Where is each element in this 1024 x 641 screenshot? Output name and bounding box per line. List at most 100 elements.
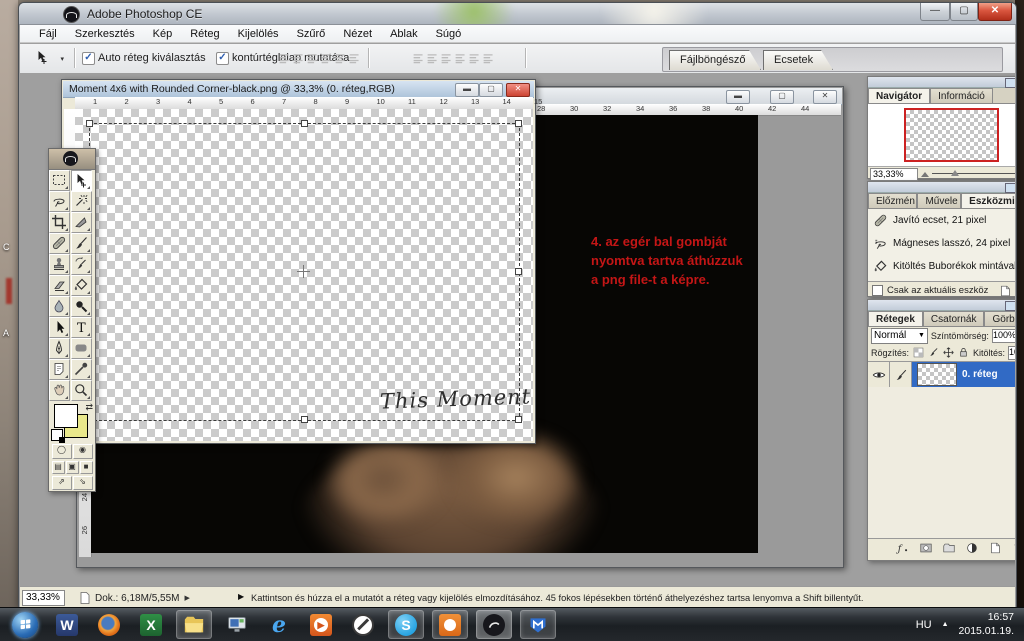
menu-fjl[interactable]: Fájl bbox=[30, 27, 66, 41]
tab-paths[interactable]: Görbék bbox=[984, 311, 1015, 326]
new-layer-button[interactable] bbox=[988, 541, 1003, 555]
selection-handle[interactable] bbox=[301, 120, 308, 127]
show-bounds-checkbox[interactable]: ✓ bbox=[216, 52, 229, 65]
lasso-tool[interactable] bbox=[49, 191, 70, 212]
tab-history[interactable]: Előzmén bbox=[868, 193, 917, 208]
standard-screen-button[interactable]: ▤ bbox=[52, 461, 65, 474]
selection-handle[interactable] bbox=[515, 416, 522, 423]
zoom-slider-thumb[interactable] bbox=[951, 170, 959, 176]
navigator-zoom-field[interactable]: 33,33% bbox=[870, 168, 918, 181]
crop-tool[interactable] bbox=[49, 212, 70, 233]
minimize-button[interactable]: — bbox=[920, 3, 950, 21]
zoom-tool[interactable] bbox=[71, 380, 92, 401]
layer-row[interactable]: 0. réteg bbox=[868, 362, 1015, 387]
doc2-close-button[interactable]: ✕ bbox=[813, 90, 837, 104]
panel-minimize-icon[interactable] bbox=[1005, 78, 1015, 88]
notes-tool[interactable] bbox=[49, 359, 70, 380]
shape-tool[interactable] bbox=[71, 338, 92, 359]
preset-item[interactable]: Mágneses lasszó, 24 pixel bbox=[868, 232, 1015, 255]
menu-kp[interactable]: Kép bbox=[144, 27, 182, 41]
doc2-maximize-button[interactable]: ▢ bbox=[770, 90, 794, 104]
taskbar-excel[interactable]: X bbox=[134, 611, 168, 638]
history-brush-tool[interactable] bbox=[71, 254, 92, 275]
zoom-slider[interactable] bbox=[932, 169, 1015, 179]
auto-select-checkbox[interactable]: ✓ bbox=[82, 52, 95, 65]
zoom-out-icon[interactable] bbox=[921, 172, 929, 177]
tab-brushes[interactable]: Ecsetek bbox=[763, 50, 833, 70]
menu-szr[interactable]: Szűrő bbox=[288, 27, 335, 41]
brush-tool[interactable] bbox=[71, 233, 92, 254]
lock-all-toggle[interactable] bbox=[957, 346, 970, 359]
fullscreen-button[interactable]: ■ bbox=[80, 461, 93, 474]
tab-actions[interactable]: Művele bbox=[917, 193, 961, 208]
menu-rteg[interactable]: Réteg bbox=[181, 27, 228, 41]
lock-position-toggle[interactable] bbox=[942, 346, 955, 359]
selection-handle[interactable] bbox=[86, 120, 93, 127]
tab-channels[interactable]: Csatornák bbox=[923, 311, 985, 326]
default-colors-icon[interactable] bbox=[51, 429, 63, 441]
panel-title-strip[interactable] bbox=[868, 300, 1015, 311]
taskbar-picasa[interactable] bbox=[432, 610, 468, 639]
menu-nzet[interactable]: Nézet bbox=[334, 27, 381, 41]
foreground-color-swatch[interactable] bbox=[54, 404, 78, 428]
taskbar-malwarebytes[interactable] bbox=[520, 610, 556, 639]
quickmask-mode-button[interactable]: ◉ bbox=[73, 444, 93, 459]
doc1-title-bar[interactable]: Moment 4x6 with Rounded Corner-black.png… bbox=[63, 81, 534, 98]
opacity-field[interactable]: 100% bbox=[992, 329, 1015, 343]
layer-group-button[interactable] bbox=[942, 541, 957, 555]
healing-brush-tool[interactable] bbox=[49, 233, 70, 254]
layer-style-button[interactable]: ƒ bbox=[896, 541, 911, 555]
move-tool[interactable] bbox=[71, 170, 92, 191]
tab-info[interactable]: Információ bbox=[930, 88, 993, 103]
preset-item[interactable]: Kitöltés Buborékok mintával bbox=[868, 255, 1015, 278]
doc2-minimize-button[interactable]: ▬ bbox=[726, 90, 750, 104]
toolbox-header[interactable] bbox=[49, 149, 95, 170]
panel-title-strip[interactable] bbox=[868, 182, 1015, 193]
lock-pixels-toggle[interactable] bbox=[927, 346, 940, 359]
eyedropper-tool[interactable] bbox=[71, 359, 92, 380]
menu-sg[interactable]: Súgó bbox=[427, 27, 471, 41]
pen-tool[interactable] bbox=[49, 338, 70, 359]
taskbar-media-player[interactable]: ▶ bbox=[304, 611, 338, 638]
selection-handle[interactable] bbox=[515, 268, 522, 275]
toolbox-palette[interactable]: T ⇄ ◯ ◉ ▤ ▣ ■ ⇗ ⇘ bbox=[48, 148, 96, 492]
type-tool[interactable]: T bbox=[71, 317, 92, 338]
eraser-tool[interactable] bbox=[49, 275, 70, 296]
taskbar-explorer[interactable] bbox=[176, 610, 212, 639]
new-preset-icon[interactable] bbox=[998, 284, 1012, 298]
clone-stamp-tool[interactable] bbox=[49, 254, 70, 275]
panel-minimize-icon[interactable] bbox=[1005, 301, 1015, 311]
document-size-info[interactable]: Dok.: 6,18M/5,55M ▶ bbox=[80, 592, 190, 604]
doc1-minimize-button[interactable]: ▬ bbox=[455, 83, 479, 97]
hand-tool[interactable] bbox=[49, 380, 70, 401]
current-tool-only-checkbox[interactable] bbox=[872, 285, 883, 296]
panel-title-strip[interactable] bbox=[868, 77, 1015, 88]
status-zoom-field[interactable]: 33,33% bbox=[22, 590, 65, 606]
tab-navigator[interactable]: Navigátor bbox=[868, 88, 930, 103]
taskbar-firefox[interactable] bbox=[92, 611, 126, 638]
close-button[interactable]: ✕ bbox=[978, 3, 1012, 21]
edit-state-cell[interactable] bbox=[890, 362, 912, 387]
dodge-tool[interactable] bbox=[71, 296, 92, 317]
blend-mode-select[interactable]: Normál▼ bbox=[871, 328, 928, 344]
imageready-button2[interactable]: ⇘ bbox=[73, 476, 93, 490]
taskbar-opera[interactable] bbox=[346, 611, 380, 638]
taskbar-monitor[interactable] bbox=[220, 611, 254, 638]
current-tool-preview[interactable]: ▾ bbox=[34, 49, 64, 68]
path-selection-tool[interactable] bbox=[49, 317, 70, 338]
imageready-button[interactable]: ⇗ bbox=[52, 476, 72, 490]
fill-field[interactable]: 100% bbox=[1008, 346, 1015, 360]
layer-mask-button[interactable] bbox=[919, 541, 934, 555]
taskbar-skype[interactable]: S bbox=[388, 610, 424, 639]
adjustment-layer-button[interactable] bbox=[965, 541, 980, 555]
doc1-maximize-button[interactable]: ▢ bbox=[479, 83, 503, 97]
magic-wand-tool[interactable] bbox=[71, 191, 92, 212]
slice-tool[interactable] bbox=[71, 212, 92, 233]
layer-thumbnail[interactable] bbox=[917, 363, 957, 386]
visibility-cell[interactable] bbox=[868, 362, 890, 387]
selection-handle[interactable] bbox=[301, 416, 308, 423]
blur-tool[interactable] bbox=[49, 296, 70, 317]
taskbar-word[interactable]: W bbox=[50, 611, 84, 638]
tab-layers[interactable]: Rétegek bbox=[868, 311, 923, 326]
document-window-png[interactable]: Moment 4x6 with Rounded Corner-black.png… bbox=[61, 79, 536, 444]
